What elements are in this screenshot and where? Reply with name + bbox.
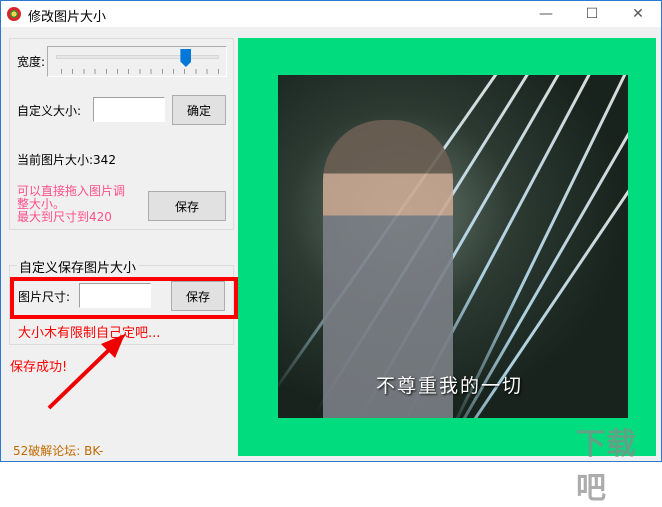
save-button[interactable]: 保存 — [148, 191, 226, 221]
close-button[interactable]: ✕ — [615, 1, 661, 27]
app-window: 修改图片大小 — ☐ ✕ 宽度: 自定义大小: 确定 当前图片大小:342 可以… — [0, 0, 662, 506]
app-icon — [7, 7, 21, 21]
maximize-button[interactable]: ☐ — [569, 1, 615, 27]
arrow-annotation — [47, 334, 125, 410]
custom-size-label: 自定义大小: — [17, 104, 82, 118]
current-size-label: 当前图片大小:342 — [17, 151, 116, 168]
slider-thumb[interactable] — [180, 49, 192, 67]
title-bar: 修改图片大小 — ☐ ✕ — [1, 1, 661, 27]
slider-track — [56, 55, 219, 59]
highlight-box — [10, 277, 238, 319]
watermark-logo: 下载吧 — [576, 427, 636, 506]
group-title: 自定义保存图片大小 — [17, 257, 139, 276]
width-slider[interactable] — [47, 46, 227, 77]
minimize-button[interactable]: — — [523, 1, 569, 27]
window-title: 修改图片大小 — [28, 10, 107, 25]
current-size-caption: 当前图片大小: — [17, 153, 94, 167]
drag-hint: 可以直接拖入图片调 整大小。 最大到尺寸到420 — [17, 185, 125, 224]
preview-image: 不尊重我的一切 — [278, 75, 628, 418]
custom-size-input[interactable] — [93, 97, 165, 122]
confirm-button[interactable]: 确定 — [172, 95, 226, 125]
image-subtitle: 不尊重我的一切 — [376, 375, 524, 397]
credit-text: 52破解论坛: BK- — [13, 444, 104, 458]
image-drop-area[interactable]: 不尊重我的一切 — [238, 38, 656, 456]
current-size-value: 342 — [93, 153, 116, 167]
slider-ticks — [61, 69, 219, 74]
width-label: 宽度: — [17, 55, 46, 69]
hint-line: 最大到尺寸到420 — [17, 210, 112, 224]
